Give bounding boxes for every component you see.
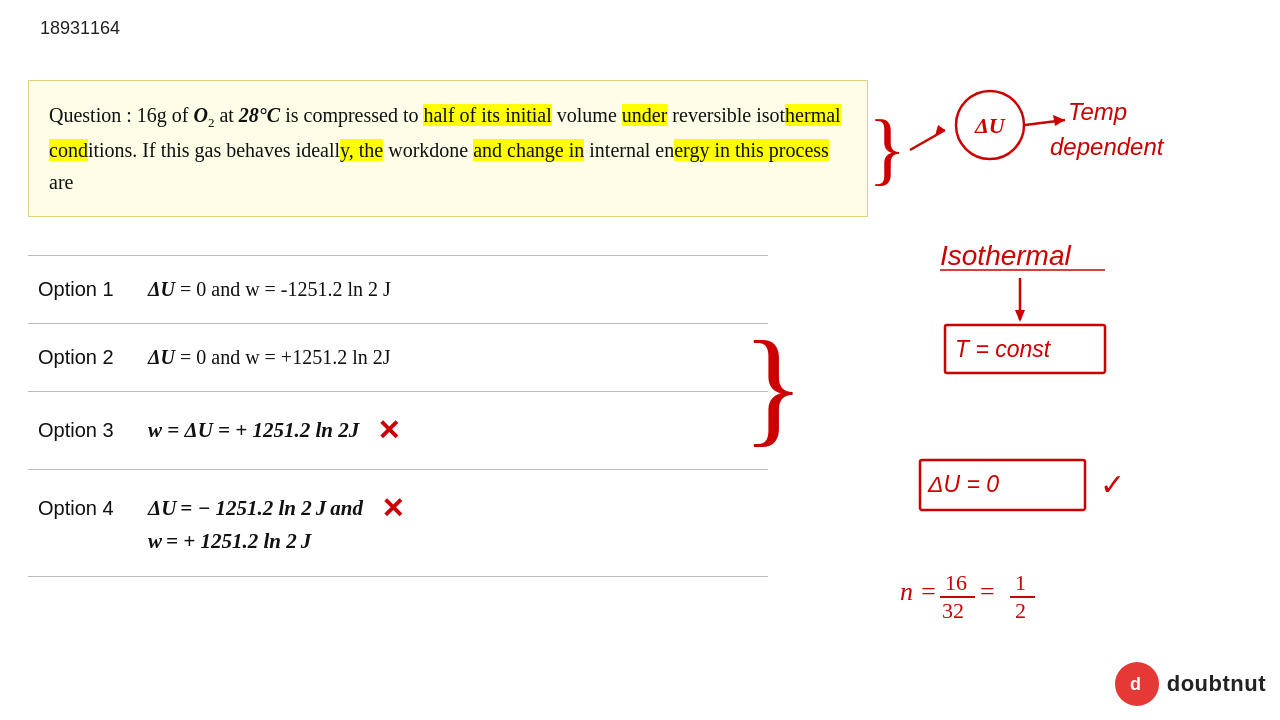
option-3-cross: ✕ bbox=[377, 414, 400, 447]
svg-text:✓: ✓ bbox=[1100, 468, 1125, 501]
svg-text:=: = bbox=[980, 577, 995, 606]
svg-marker-2 bbox=[935, 125, 945, 136]
svg-marker-13 bbox=[1015, 310, 1025, 322]
doubtnut-logo: d doubtnut bbox=[1115, 662, 1266, 706]
svg-line-1 bbox=[910, 130, 945, 150]
svg-point-3 bbox=[956, 91, 1024, 159]
option-1-row: Option 1 ΔU = 0 and w = -1251.2 ln 2 J bbox=[28, 255, 768, 323]
svg-text:Isothermal: Isothermal bbox=[940, 240, 1071, 271]
svg-text:d: d bbox=[1130, 674, 1141, 694]
option-4-line1: ΔU = − 1251.2 ln 2J and bbox=[148, 496, 363, 521]
option-2-content: ΔU = 0 and w = +1251.2 ln 2J bbox=[148, 346, 390, 369]
question-text: Question : 16g of O2 at 28°C is compress… bbox=[49, 104, 841, 193]
doubtnut-brand-icon: d bbox=[1122, 669, 1152, 699]
option-4-line2: w = + 1251.2 ln 2J bbox=[148, 529, 311, 554]
svg-text:1: 1 bbox=[1015, 570, 1026, 595]
svg-rect-14 bbox=[945, 325, 1105, 373]
option-4-row: Option 4 ΔU = − 1251.2 ln 2J and ✕ w = +… bbox=[28, 469, 768, 577]
svg-text:Temp: Temp bbox=[1068, 98, 1127, 125]
svg-text:T = const: T = const bbox=[955, 336, 1052, 362]
options-area: Option 1 ΔU = 0 and w = -1251.2 ln 2 J O… bbox=[28, 255, 768, 577]
option-3-content: w = ΔU = + 1251.2 ln 2J bbox=[148, 418, 359, 443]
option-3-row: Option 3 w = ΔU = + 1251.2 ln 2J ✕ bbox=[28, 391, 768, 469]
svg-line-5 bbox=[1025, 120, 1065, 125]
question-box: Question : 16g of O2 at 28°C is compress… bbox=[28, 80, 868, 217]
option-2-row: Option 2 ΔU = 0 and w = +1251.2 ln 2J bbox=[28, 323, 768, 391]
option-4-cross: ✕ bbox=[381, 492, 404, 525]
svg-text:ΔU = 0: ΔU = 0 bbox=[927, 471, 999, 497]
svg-text:16: 16 bbox=[945, 570, 967, 595]
doubtnut-icon: d bbox=[1115, 662, 1159, 706]
svg-text:n =: n = bbox=[900, 577, 937, 606]
option-2-label: Option 2 bbox=[38, 346, 148, 369]
option-1-content: ΔU = 0 and w = -1251.2 ln 2 J bbox=[148, 278, 391, 301]
option-4-bottom: w = + 1251.2 ln 2J bbox=[148, 529, 311, 554]
option-4-top: Option 4 ΔU = − 1251.2 ln 2J and ✕ bbox=[38, 492, 758, 525]
option-3-label: Option 3 bbox=[38, 419, 148, 442]
doubtnut-brand-text: doubtnut bbox=[1167, 671, 1266, 697]
page-id: 18931164 bbox=[40, 18, 120, 39]
svg-text:32: 32 bbox=[942, 598, 964, 623]
svg-text:dependent: dependent bbox=[1050, 133, 1165, 160]
svg-rect-16 bbox=[920, 460, 1085, 510]
svg-text:2: 2 bbox=[1015, 598, 1026, 623]
svg-marker-6 bbox=[1053, 115, 1065, 126]
option-4-label: Option 4 bbox=[38, 497, 148, 520]
option-1-label: Option 1 bbox=[38, 278, 148, 301]
svg-text:}: } bbox=[868, 104, 906, 192]
svg-text:ΔU: ΔU bbox=[974, 113, 1006, 138]
